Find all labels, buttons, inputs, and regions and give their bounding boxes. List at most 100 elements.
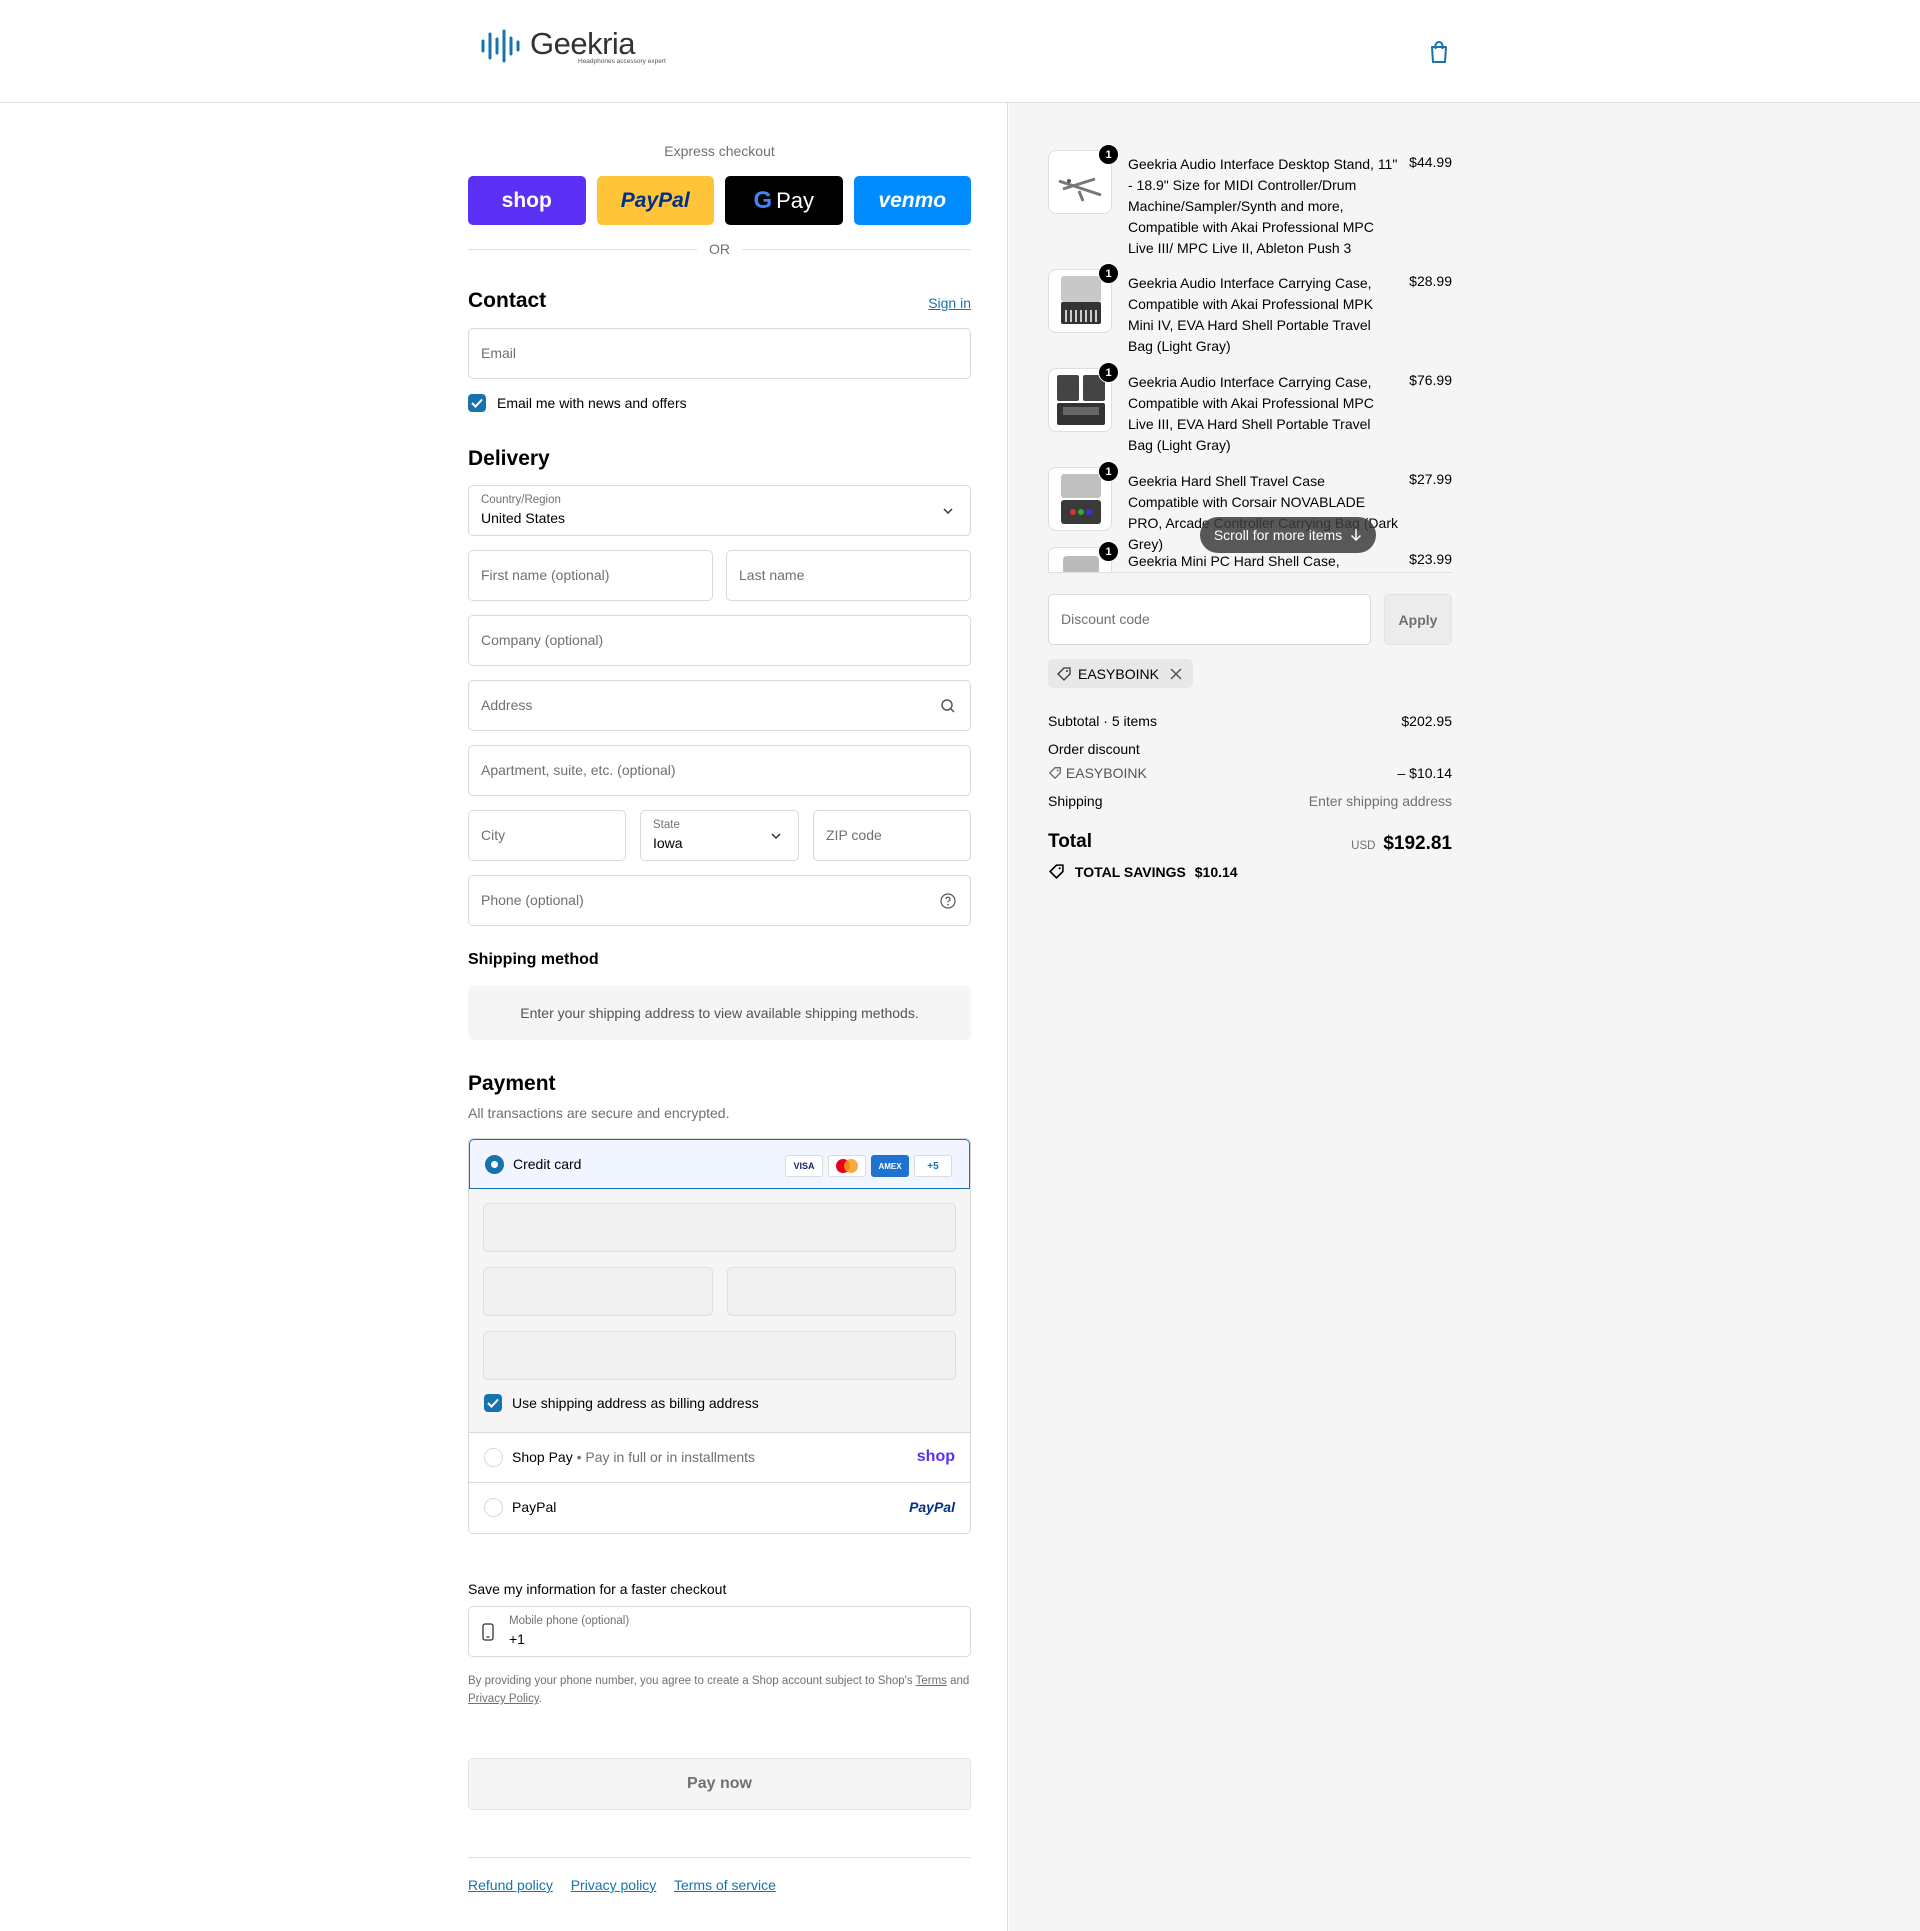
scroll-for-more-button[interactable]: Scroll for more items — [1200, 517, 1376, 553]
amex-icon: AMEX — [871, 1155, 909, 1177]
remove-discount-close-icon[interactable] — [1169, 667, 1183, 681]
company-placeholder: Company (optional) — [481, 632, 604, 648]
logo-tagline: Headphones accessory expert — [578, 58, 666, 65]
cart-list-divider — [1048, 572, 1452, 573]
arrow-down-icon — [1351, 529, 1362, 542]
quantity-badge: 1 — [1098, 144, 1119, 165]
currency-code: USD — [1351, 840, 1376, 852]
card-security-code-field[interactable] — [727, 1267, 956, 1316]
total-savings-value: $10.14 — [1194, 864, 1238, 880]
footer-links: Refund policy Privacy policy Terms of se… — [468, 1877, 790, 1893]
discount-placeholder: Discount code — [1061, 611, 1150, 627]
checkmark-icon — [471, 398, 483, 408]
sign-in-link[interactable]: Sign in — [928, 295, 971, 311]
discount-code-label: EASYBOINK — [1065, 765, 1147, 781]
total-label: Total — [1048, 831, 1092, 852]
google-pay-express-button[interactable]: G Pay — [725, 176, 843, 225]
state-value: Iowa — [653, 835, 683, 851]
mastercard-icon — [828, 1155, 866, 1177]
chevron-down-icon — [943, 508, 953, 515]
apartment-placeholder: Apartment, suite, etc. (optional) — [481, 762, 676, 778]
city-placeholder: City — [481, 827, 506, 843]
total-savings-label: TOTAL SAVINGS — [1074, 864, 1186, 880]
newsletter-checkbox[interactable] — [468, 394, 486, 412]
cart-item: 1 Geekria Audio Interface Carrying Case,… — [1048, 263, 1452, 359]
legal-and: and — [950, 1675, 970, 1687]
tag-icon — [1048, 767, 1061, 780]
zip-field[interactable]: ZIP code — [813, 810, 971, 861]
paypal-radio[interactable] — [484, 1498, 503, 1517]
card-number-field[interactable] — [483, 1203, 956, 1252]
billing-same-checkbox[interactable] — [484, 1394, 502, 1412]
zip-placeholder: ZIP code — [826, 827, 882, 843]
mobile-phone-icon — [482, 1623, 494, 1641]
cart-item-name: Geekria Audio Interface Carrying Case, C… — [1128, 374, 1374, 453]
mobile-phone-field[interactable]: Mobile phone (optional) +1 — [468, 1606, 971, 1657]
help-circle-icon[interactable] — [940, 893, 956, 909]
savings-tag-icon — [1048, 864, 1064, 880]
mobile-phone-label: Mobile phone (optional) — [509, 1615, 630, 1627]
credit-card-radio[interactable] — [485, 1155, 504, 1174]
shop-pay-radio[interactable] — [484, 1448, 503, 1467]
email-field[interactable]: Email — [468, 328, 971, 379]
venmo-express-button[interactable]: venmo — [853, 176, 971, 225]
shipping-method-info: Enter your shipping address to view avai… — [468, 986, 971, 1040]
last-name-field[interactable]: Last name — [726, 550, 971, 601]
gpay-label: Pay — [776, 187, 815, 213]
shop-pay-express-button[interactable]: shop — [468, 176, 586, 225]
paypal-express-button[interactable]: PayPal — [596, 176, 714, 225]
address-placeholder: Address — [481, 697, 533, 713]
paypal-option[interactable]: PayPal PayPal — [469, 1483, 970, 1533]
payment-subtitle: All transactions are secure and encrypte… — [468, 1105, 730, 1121]
order-discount-row: Order discount — [1048, 741, 1452, 757]
cart-bag-icon[interactable] — [1428, 40, 1450, 64]
privacy-policy-link[interactable]: Privacy policy — [571, 1877, 657, 1893]
applied-discount-tag: EASYBOINK — [1048, 659, 1193, 688]
quantity-badge: 1 — [1098, 263, 1119, 284]
address-field[interactable]: Address — [468, 680, 971, 731]
apply-discount-button[interactable]: Apply — [1384, 594, 1452, 645]
card-expiry-field[interactable] — [483, 1267, 713, 1316]
credit-card-option[interactable]: Credit card VISA AMEX +5 — [469, 1139, 970, 1189]
discount-code-field[interactable]: Discount code — [1048, 594, 1371, 645]
cart-item-price: $27.99 — [1409, 471, 1452, 487]
cart-item: 1 Geekria Audio Interface Carrying Case,… — [1048, 362, 1452, 458]
discount-value: – $10.14 — [1397, 765, 1453, 781]
total-amount-group: USD $192.81 — [1351, 833, 1452, 855]
shipping-value: Enter shipping address — [1308, 793, 1452, 809]
quantity-badge: 1 — [1098, 362, 1119, 383]
city-field[interactable]: City — [468, 810, 626, 861]
site-header: Geekria Headphones accessory expert — [0, 0, 1920, 103]
first-name-field[interactable]: First name (optional) — [468, 550, 713, 601]
shop-privacy-link[interactable]: Privacy Policy — [468, 1693, 539, 1705]
subtotal-label: Subtotal · 5 items — [1048, 713, 1157, 729]
legal-prefix: By providing your phone number, you agre… — [468, 1675, 913, 1687]
shop-pay-option[interactable]: Shop Pay • Pay in full or in installment… — [469, 1433, 970, 1483]
country-select[interactable]: Country/Region United States — [468, 485, 971, 536]
apartment-field[interactable]: Apartment, suite, etc. (optional) — [468, 745, 971, 796]
shop-terms-link[interactable]: Terms — [916, 1675, 947, 1687]
pay-now-button[interactable]: Pay now — [468, 1758, 971, 1810]
save-info-heading: Save my information for a faster checkou… — [468, 1581, 727, 1597]
geekria-logo[interactable]: Geekria Headphones accessory expert — [480, 28, 666, 72]
company-field[interactable]: Company (optional) — [468, 615, 971, 666]
checkmark-icon — [487, 1398, 499, 1408]
card-name-field[interactable] — [483, 1331, 956, 1380]
cart-item-price: $28.99 — [1409, 273, 1452, 289]
terms-of-service-link[interactable]: Terms of service — [674, 1877, 776, 1893]
order-discount-label: Order discount — [1048, 741, 1140, 757]
cart-item-name: Geekria Mini PC Hard Shell Case, Compati… — [1128, 553, 1340, 569]
or-divider: OR — [468, 241, 971, 257]
cart-item: 1 Geekria Audio Interface Desktop Stand,… — [1048, 144, 1452, 260]
contact-heading: Contact — [468, 289, 547, 312]
shop-pay-label-group: Shop Pay • Pay in full or in installment… — [512, 1449, 756, 1465]
paypal-label: PayPal — [620, 188, 690, 212]
or-label: OR — [709, 241, 730, 257]
cart-item-list[interactable]: 1 Geekria Audio Interface Desktop Stand,… — [1048, 103, 1452, 572]
refund-policy-link[interactable]: Refund policy — [468, 1877, 553, 1893]
visa-icon: VISA — [785, 1155, 823, 1177]
phone-field[interactable]: Phone (optional) — [468, 875, 971, 926]
state-select[interactable]: State Iowa — [640, 810, 799, 861]
total-row: Total USD $192.81 — [1048, 831, 1452, 859]
shipping-row: Shipping Enter shipping address — [1048, 793, 1452, 809]
